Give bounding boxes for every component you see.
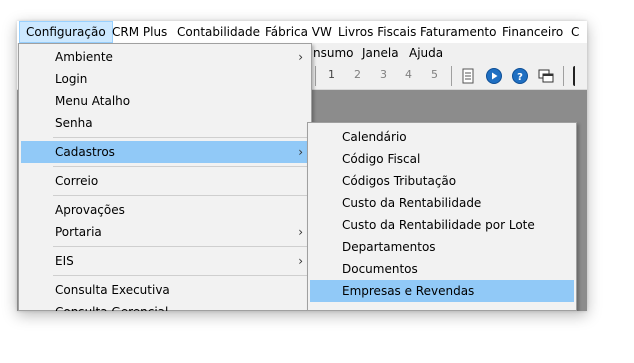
menu-financeiro[interactable]: Financeiro — [496, 21, 569, 43]
menu-separator — [53, 275, 307, 276]
toolbar-separator — [563, 66, 564, 86]
toolbar-handle — [573, 66, 578, 86]
menu-janela[interactable]: Janela — [362, 43, 399, 63]
page-button-2[interactable]: 2 — [354, 68, 361, 81]
page-button-3[interactable]: 3 — [380, 68, 387, 81]
toolbar-separator — [315, 66, 316, 86]
menu-ajuda[interactable]: Ajuda — [409, 43, 443, 63]
menu-separator — [53, 166, 307, 167]
menu-item-correio[interactable]: Correio — [21, 170, 309, 192]
menu-separator — [53, 137, 307, 138]
window-icon[interactable] — [537, 67, 555, 85]
menu-item-consulta-executiva[interactable]: Consulta Executiva — [21, 279, 309, 301]
svg-text:?: ? — [517, 72, 523, 83]
submenu-item-departamentos[interactable]: Departamentos — [310, 236, 574, 258]
submenu-item-label: Código Fiscal — [342, 152, 421, 166]
document-icon[interactable] — [459, 67, 477, 85]
chevron-right-icon: › — [298, 145, 303, 159]
menu-fabrica-vw[interactable]: Fábrica VW — [259, 21, 338, 43]
submenu-item-codigos-tributacao[interactable]: Códigos Tributação — [310, 170, 574, 192]
menu-item-senha[interactable]: Senha — [21, 112, 309, 134]
menu-separator — [53, 246, 307, 247]
submenu-item-custo-rentabilidade[interactable]: Custo da Rentabilidade — [310, 192, 574, 214]
menu-item-consulta-gerencial[interactable]: Consulta Gerencial — [21, 301, 309, 311]
menu-item-cadastros[interactable]: Cadastros › — [21, 141, 309, 163]
menu-item-eis[interactable]: EIS › — [21, 250, 309, 272]
menu-item-label: Login — [55, 72, 88, 86]
play-circle-icon[interactable] — [485, 67, 503, 85]
submenu-item-label: Calendário — [342, 130, 407, 144]
submenu-item-label: Custo da Rentabilidade por Lote — [342, 218, 535, 232]
page-button-1[interactable]: 1 — [328, 68, 335, 81]
menu-bar: Configuração CRM Plus Contabilidade Fábr… — [17, 21, 587, 44]
submenu-item-label: Custo da Rentabilidade — [342, 196, 482, 210]
submenu-item-label: Empresas e Revendas — [342, 284, 475, 298]
menu-item-aprovacoes[interactable]: Aprovações — [21, 199, 309, 221]
menu-crm-plus[interactable]: CRM Plus — [106, 21, 173, 43]
configuracao-dropdown: Ambiente › Login Menu Atalho Senha Cadas… — [18, 43, 312, 311]
page-button-5[interactable]: 5 — [431, 68, 438, 81]
menu-separator — [53, 195, 307, 196]
toolbar-separator — [451, 66, 452, 86]
submenu-item-custo-rentabilidade-lote[interactable]: Custo da Rentabilidade por Lote — [310, 214, 574, 236]
submenu-item-calendario[interactable]: Calendário — [310, 126, 574, 148]
menu-item-portaria[interactable]: Portaria › — [21, 221, 309, 243]
menu-faturamento[interactable]: Faturamento — [414, 21, 502, 43]
submenu-item-label: Documentos — [342, 262, 418, 276]
help-circle-icon[interactable]: ? — [511, 67, 529, 85]
menu-consumo-truncated[interactable]: nsumo — [313, 43, 354, 63]
menu-configuracao[interactable]: Configuração — [19, 21, 113, 43]
chevron-right-icon: › — [298, 50, 303, 64]
submenu-item-empresas-revendas[interactable]: Empresas e Revendas — [310, 280, 574, 302]
menu-item-label: Correio — [55, 174, 99, 188]
submenu-item-codigo-fiscal[interactable]: Código Fiscal — [310, 148, 574, 170]
cadastros-submenu: Calendário Código Fiscal Códigos Tributa… — [307, 122, 577, 311]
menu-item-label: Portaria — [55, 225, 102, 239]
menu-item-label: Cadastros — [55, 145, 115, 159]
page-button-4[interactable]: 4 — [405, 68, 412, 81]
submenu-item-label: Códigos Tributação — [342, 174, 457, 188]
submenu-item-label: Departamentos — [342, 240, 436, 254]
menu-item-label: Ambiente — [55, 50, 113, 64]
menu-item-ambiente[interactable]: Ambiente › — [21, 46, 309, 68]
menu-item-label: EIS — [55, 254, 74, 268]
chevron-right-icon: › — [298, 254, 303, 268]
menu-contabilidade[interactable]: Contabilidade — [171, 21, 266, 43]
chevron-right-icon: › — [298, 225, 303, 239]
menu-item-label: Consulta Gerencial — [55, 301, 168, 311]
menu-item-label: Senha — [55, 116, 93, 130]
menu-more-truncated[interactable]: C — [565, 21, 585, 43]
menu-item-login[interactable]: Login — [21, 68, 309, 90]
menu-item-label: Consulta Executiva — [55, 283, 170, 297]
menu-item-menu-atalho[interactable]: Menu Atalho — [21, 90, 309, 112]
submenu-item-documentos[interactable]: Documentos — [310, 258, 574, 280]
menu-item-label: Aprovações — [55, 203, 125, 217]
application-window: Configuração CRM Plus Contabilidade Fábr… — [17, 21, 587, 311]
menu-item-label: Menu Atalho — [55, 94, 131, 108]
menu-livros-fiscais[interactable]: Livros Fiscais — [332, 21, 422, 43]
